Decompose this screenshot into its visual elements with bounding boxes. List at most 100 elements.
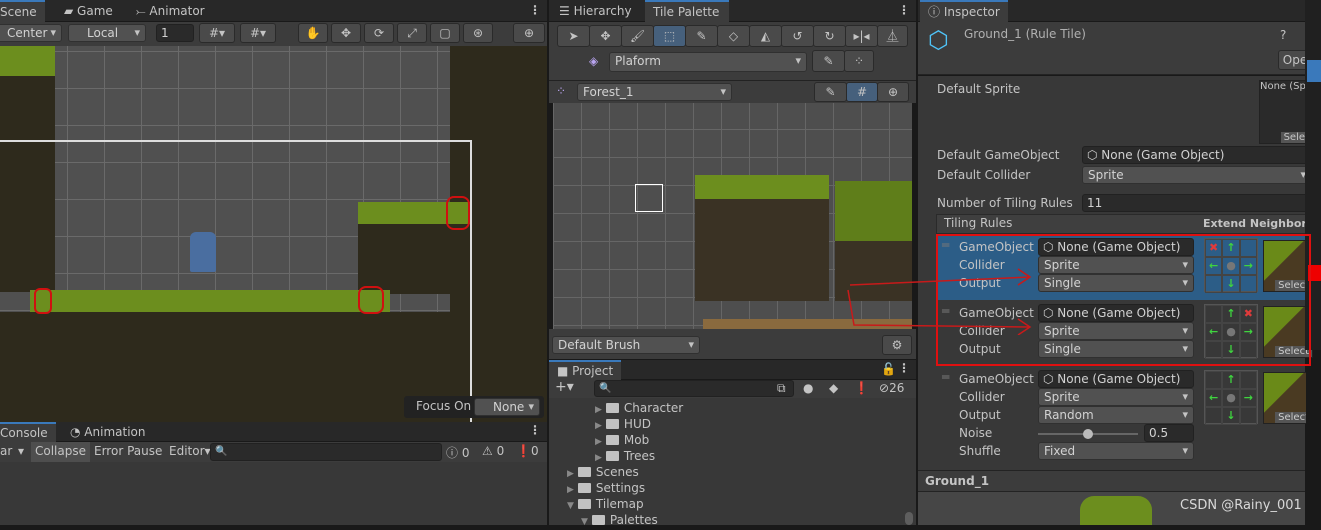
slider-handle[interactable]	[1083, 429, 1093, 439]
rotate-ccw-tool[interactable]: ↺	[781, 25, 814, 47]
tree-item-tilemap[interactable]: ▼ Tilemap	[567, 496, 644, 512]
picker-star-button[interactable]: ✎	[812, 50, 845, 72]
tree-item-character[interactable]: ▶ Character	[595, 400, 683, 416]
noise-input[interactable]: 0.5	[1144, 424, 1194, 442]
fill-tool[interactable]: ◭	[749, 25, 782, 47]
move-tool[interactable]: ✥	[589, 25, 622, 47]
increment-snap-button[interactable]: #▾	[240, 23, 276, 43]
grid-toggle-button[interactable]: #	[846, 82, 878, 102]
flip-y-tool[interactable]: ⏅	[877, 25, 908, 47]
more-icon[interactable]: ⋮	[529, 423, 541, 437]
player-character[interactable]	[190, 232, 216, 272]
gizmo-button[interactable]: ⊕	[513, 23, 545, 43]
brush-dropdown[interactable]: Default Brush	[552, 336, 700, 354]
project-search-input[interactable]: 🔍	[594, 380, 794, 397]
gameobject-field[interactable]: ⬡ None (Game Object)	[1038, 370, 1194, 388]
open-window-icon[interactable]: ⧉	[777, 381, 786, 396]
error-pause-button[interactable]: Error Pause	[94, 444, 162, 458]
neighbor-cell[interactable]	[1205, 371, 1223, 389]
palette-tile-block[interactable]	[695, 199, 829, 301]
tab-game[interactable]: ▰ Game	[56, 0, 121, 22]
gizmo-toggle-button[interactable]: ⊕	[877, 82, 909, 102]
active-tilemap-dropdown[interactable]: Plaform	[609, 52, 807, 72]
palette-tile-grass[interactable]	[695, 175, 829, 199]
palette-settings-button[interactable]: ⁘	[844, 50, 874, 72]
grid-snap-button[interactable]: #▾	[199, 23, 235, 43]
tab-tile-palette[interactable]: Tile Palette	[645, 0, 729, 22]
focus-dropdown[interactable]: None	[474, 398, 540, 416]
tab-animator[interactable]: ⤚ Animator	[128, 0, 213, 22]
neighbor-cell[interactable]: ↓	[1222, 407, 1240, 425]
error-count[interactable]: ❗0	[516, 444, 539, 458]
lock-icon[interactable]: 🔓	[881, 362, 896, 376]
select-tool[interactable]: ➤	[557, 25, 590, 47]
output-dropdown[interactable]: Random	[1038, 406, 1194, 424]
tree-item-scenes[interactable]: ▶ Scenes	[567, 464, 639, 480]
picker-tool[interactable]: ✎	[685, 25, 718, 47]
space-dropdown[interactable]: Local	[68, 24, 146, 42]
log-count[interactable]: ⓘ 0	[446, 444, 469, 461]
help-icon[interactable]: ?	[1280, 28, 1286, 42]
scrollbar[interactable]	[905, 512, 913, 525]
neighbor-cell[interactable]: ↑	[1222, 371, 1240, 389]
drag-handle-icon[interactable]: ═	[942, 370, 949, 384]
tab-project[interactable]: ■ Project	[549, 360, 622, 380]
move-tool[interactable]: ✥	[331, 23, 361, 43]
more-icon[interactable]: ⋮	[898, 361, 910, 375]
pivot-dropdown[interactable]: Center	[0, 24, 62, 42]
rotate-tool[interactable]: ⟳	[364, 23, 394, 43]
collapse-button[interactable]: Collapse	[31, 442, 90, 462]
more-icon[interactable]: ⋮	[529, 3, 541, 17]
create-button[interactable]: +▾	[555, 379, 574, 395]
paint-tool[interactable]: 🖌	[621, 25, 654, 47]
neighbor-grid[interactable]: ↑ ← ● → ↓	[1204, 370, 1258, 425]
hand-tool[interactable]: ✋	[298, 23, 328, 43]
collider-dropdown[interactable]: Sprite	[1038, 388, 1194, 406]
noise-slider[interactable]	[1038, 429, 1138, 439]
transform-tool[interactable]: ⊛	[463, 23, 493, 43]
sprite-select-button[interactable]: Sele	[1280, 132, 1305, 143]
tree-item-mob[interactable]: ▶ Mob	[595, 432, 649, 448]
default-go-field[interactable]: ⬡ None (Game Object)	[1082, 146, 1305, 164]
neighbor-cell[interactable]	[1239, 407, 1257, 425]
neighbor-cell[interactable]: →	[1239, 389, 1257, 407]
filter-label-icon[interactable]: ◆	[829, 381, 838, 395]
flip-x-tool[interactable]: ▸|◂	[845, 25, 878, 47]
warning-count[interactable]: ⚠ 0	[482, 444, 504, 458]
neighbor-cell[interactable]: ●	[1222, 389, 1240, 407]
tree-item-settings[interactable]: ▶ Settings	[567, 480, 645, 496]
neighbor-cell[interactable]	[1205, 407, 1223, 425]
console-search-input[interactable]: 🔍	[210, 443, 442, 461]
filter-issues-icon[interactable]: ❗	[854, 381, 869, 395]
neighbor-cell[interactable]: ←	[1205, 389, 1223, 407]
rotate-cw-tool[interactable]: ↻	[813, 25, 846, 47]
tab-inspector[interactable]: ⓘ Inspector	[920, 0, 1008, 22]
brush-settings-button[interactable]: ⚙	[882, 335, 912, 355]
default-sprite-field[interactable]: None (Sp Sele	[1259, 80, 1305, 144]
grid-size-input[interactable]: 1	[156, 24, 194, 42]
rule-sprite[interactable]: Select	[1263, 372, 1306, 424]
clear-button[interactable]: ar	[0, 444, 12, 458]
shuffle-dropdown[interactable]: Fixed	[1038, 442, 1194, 460]
palette-tile-grass-2[interactable]	[835, 181, 912, 241]
tree-item-trees[interactable]: ▶ Trees	[595, 448, 655, 464]
palette-dropdown[interactable]: Forest_1	[577, 83, 732, 101]
num-rules-input[interactable]: 11	[1082, 194, 1305, 212]
extend-neighbor-label[interactable]: Extend Neighbor	[1203, 217, 1305, 230]
default-collider-dropdown[interactable]: Sprite	[1082, 166, 1305, 184]
tree-item-hud[interactable]: ▶ HUD	[595, 416, 651, 432]
tree-item-palettes[interactable]: ▼ Palettes	[581, 512, 658, 528]
tiling-rule[interactable]: ═ GameObject ⬡ None (Game Object) Collid…	[936, 368, 1306, 470]
tab-animation[interactable]: ◔ Animation	[62, 422, 153, 442]
brush-tool-icon[interactable]	[1307, 60, 1321, 82]
neighbor-cell[interactable]	[1239, 371, 1257, 389]
hidden-packages[interactable]: ⊘26	[879, 381, 904, 395]
editor-dropdown[interactable]: Editor▾	[169, 444, 211, 458]
clear-dropdown[interactable]: ▾	[18, 444, 24, 458]
scale-tool[interactable]: ⤢	[397, 23, 427, 43]
sprite-select-button[interactable]: Select	[1275, 412, 1306, 423]
scene-viewport[interactable]: Focus On None	[0, 46, 547, 422]
filter-type-icon[interactable]: ●	[803, 381, 813, 395]
box-fill-tool[interactable]: ⬚	[653, 25, 686, 47]
tab-scene[interactable]: Scene	[0, 0, 45, 22]
